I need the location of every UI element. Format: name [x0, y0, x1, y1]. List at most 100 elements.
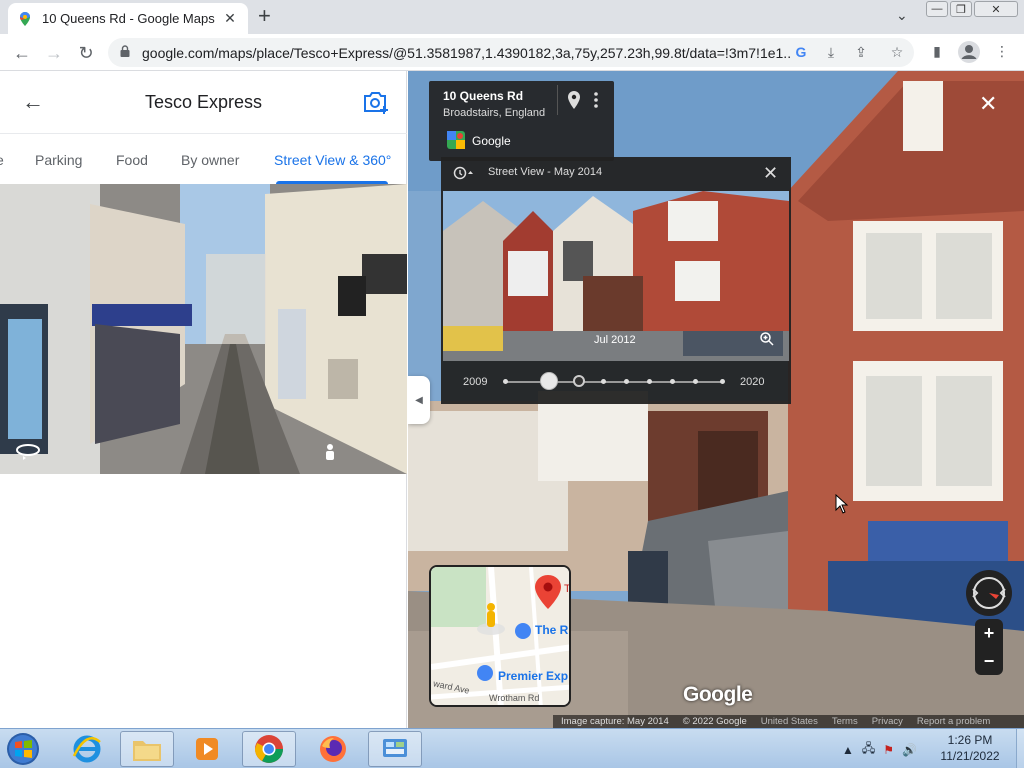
address-line2: Broadstairs, England — [443, 107, 546, 119]
timeline-stop[interactable] — [624, 379, 629, 384]
view-360-icon[interactable] — [14, 440, 42, 460]
timeline-stop[interactable] — [647, 379, 652, 384]
time-machine-panel: Street View - May 2014 ✕ Jul 2012 2009 2… — [441, 157, 791, 404]
profile-avatar-icon[interactable] — [958, 41, 980, 63]
install-app-icon[interactable]: ⤓ — [822, 44, 840, 61]
side-panel-icon[interactable]: ▮ — [927, 43, 947, 60]
taskbar: ▲ 🖧 ⚑ 🔊 1:26 PM 11/21/2022 — [0, 728, 1024, 768]
bookmark-star-icon[interactable]: ☆ — [888, 44, 906, 61]
timeline-stop[interactable] — [693, 379, 698, 384]
google-lens-icon[interactable]: G — [792, 44, 810, 60]
window-close-button[interactable]: ✕ — [974, 1, 1018, 17]
menu-kebab-icon[interactable]: ⋮ — [992, 43, 1012, 60]
action-center-icon[interactable]: ⚑ — [883, 743, 894, 757]
control-panel-taskbar-icon[interactable] — [368, 731, 422, 767]
tab-strip: 10 Queens Rd - Google Maps ✕ + ⌄ — ❐ ✕ — [0, 0, 1024, 34]
terms-link[interactable]: Terms — [832, 716, 858, 727]
tab-partial[interactable]: e — [0, 152, 4, 168]
compass-icon[interactable] — [965, 569, 1013, 617]
provider-label: Google — [472, 134, 511, 148]
google-maps-favicon-icon — [20, 11, 30, 26]
firefox-taskbar-icon[interactable] — [306, 731, 360, 767]
ie-icon — [72, 735, 101, 763]
zoom-in-button[interactable]: + — [975, 619, 1003, 647]
chrome-icon — [255, 735, 283, 763]
restore-button[interactable]: ❐ — [950, 1, 972, 17]
country-link[interactable]: United States — [761, 716, 818, 727]
new-tab-icon[interactable]: + — [258, 5, 271, 27]
tab-close-icon[interactable]: ✕ — [222, 10, 238, 27]
timeline-stop[interactable] — [601, 379, 606, 384]
url-text: google.com/maps/place/Tesco+Express/@51.… — [142, 45, 792, 61]
image-capture-date: Image capture: May 2014 — [561, 716, 669, 727]
internet-explorer-taskbar-icon[interactable] — [60, 731, 114, 767]
clock-time[interactable]: 1:26 PM — [930, 733, 1010, 747]
reload-icon[interactable]: ↻ — [74, 41, 98, 65]
street-view-photo[interactable] — [0, 184, 407, 474]
google-maps-logo-icon — [447, 131, 465, 149]
minimap[interactable]: The R Premier Exp ward Ave Wrotham Rd T — [429, 565, 571, 707]
file-explorer-taskbar-icon[interactable] — [120, 731, 174, 767]
map-footer: Image capture: May 2014 © 2022 Google Un… — [553, 715, 1024, 728]
address-card-divider — [557, 85, 558, 115]
tab-search-chevron-icon[interactable]: ⌄ — [896, 7, 908, 24]
address-card: 10 Queens Rd Broadstairs, England Google — [429, 81, 614, 161]
windows-start-icon[interactable] — [4, 732, 42, 766]
timeline-end-year: 2020 — [740, 376, 765, 388]
time-machine-header: Street View - May 2014 ✕ — [441, 157, 791, 189]
minimap-label-the: The R — [535, 623, 569, 637]
collapse-panel-button[interactable]: ◀ — [408, 376, 430, 424]
zoom-out-button[interactable]: − — [975, 647, 1003, 675]
street-view-viewer[interactable]: 10 Queens Rd Broadstairs, England Google… — [408, 71, 1024, 728]
time-machine-preview[interactable]: Jul 2012 — [443, 191, 789, 361]
tab-street-view[interactable]: Street View & 360° — [274, 152, 391, 168]
forward-icon[interactable]: → — [42, 41, 66, 65]
tab-parking[interactable]: Parking — [35, 152, 82, 168]
street-view-close-icon[interactable]: ✕ — [979, 91, 997, 117]
copyright: © 2022 Google — [682, 716, 747, 727]
timeline-stop[interactable] — [720, 379, 725, 384]
firefox-icon — [320, 736, 346, 762]
timeline-slider-handle[interactable] — [540, 372, 558, 390]
show-desktop-button[interactable] — [1016, 729, 1024, 768]
tab-by-owner[interactable]: By owner — [181, 152, 239, 168]
chrome-taskbar-icon[interactable] — [242, 731, 296, 767]
address-line1: 10 Queens Rd — [443, 89, 524, 103]
minimap-label-t: T — [564, 583, 571, 595]
minimap-label-premier: Premier Exp — [498, 669, 569, 683]
address-bar[interactable]: google.com/maps/place/Tesco+Express/@51.… — [108, 38, 914, 67]
volume-icon[interactable]: 🔊 — [902, 743, 917, 757]
add-photo-icon[interactable] — [362, 89, 390, 115]
photo-category-tabs: e Parking Food By owner Street View & 36… — [0, 134, 407, 184]
show-hidden-icons-icon[interactable]: ▲ — [842, 743, 854, 757]
minimap-road-label: Wrotham Rd — [489, 693, 540, 703]
timeline-stop[interactable] — [670, 379, 675, 384]
zoom-controls: + − — [975, 619, 1003, 675]
tab-food[interactable]: Food — [116, 152, 148, 168]
location-pin-icon[interactable] — [567, 91, 581, 109]
browser-tab[interactable]: 10 Queens Rd - Google Maps ✕ — [8, 3, 248, 34]
privacy-link[interactable]: Privacy — [872, 716, 903, 727]
browser-toolbar: ← → ↻ google.com/maps/place/Tesco+Expres… — [0, 34, 1024, 71]
report-problem-link[interactable]: Report a problem — [917, 716, 990, 727]
street-photo-image — [0, 184, 407, 474]
network-icon[interactable]: 🖧 — [862, 739, 875, 760]
media-player-taskbar-icon[interactable] — [180, 731, 234, 767]
system-tray: ▲ 🖧 ⚑ 🔊 — [842, 739, 917, 760]
share-icon[interactable]: ⇪ — [852, 44, 870, 61]
back-icon[interactable]: ← — [10, 41, 34, 65]
timeline-slider-track[interactable] — [505, 381, 723, 383]
selected-capture-date: Jul 2012 — [594, 334, 636, 346]
minimize-button[interactable]: — — [926, 1, 948, 17]
clock-date[interactable]: 11/21/2022 — [930, 749, 1010, 763]
time-machine-title: Street View - May 2014 — [488, 166, 603, 178]
zoom-preview-icon[interactable] — [759, 331, 775, 347]
place-panel-header: ← Tesco Express — [0, 71, 407, 134]
timeline-start-year: 2009 — [463, 376, 488, 388]
history-clock-icon[interactable] — [453, 166, 475, 180]
pegman-icon — [326, 444, 334, 460]
more-options-icon[interactable] — [593, 91, 599, 109]
time-machine-close-icon[interactable]: ✕ — [763, 163, 778, 184]
timeline-stop[interactable] — [503, 379, 508, 384]
google-watermark: Google — [683, 683, 753, 706]
